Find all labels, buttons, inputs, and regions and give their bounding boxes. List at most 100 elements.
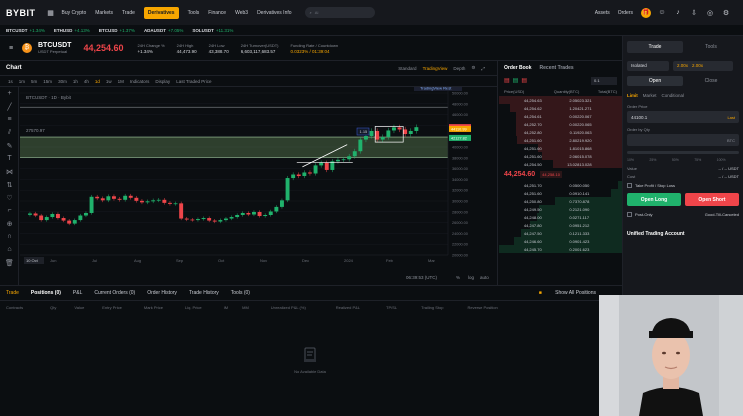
pct-25[interactable]: 25% bbox=[649, 158, 671, 162]
show-all-positions-toggle[interactable]: ■ Show All Positions bbox=[539, 290, 608, 296]
globe-icon[interactable]: ◎ bbox=[705, 8, 715, 18]
indicators-button[interactable]: Indicators bbox=[130, 79, 150, 84]
symbol-selector[interactable]: BTCUSDT USDT Perpetual bbox=[38, 42, 71, 54]
nav-finance[interactable]: Finance bbox=[208, 10, 226, 16]
ticker-item[interactable]: BTCUSDT +1.34% bbox=[6, 28, 45, 33]
qty-slider[interactable] bbox=[627, 151, 739, 154]
bid-row[interactable]: 44,251.70 0.050 0.050 bbox=[499, 181, 622, 189]
tab-positions[interactable]: Positions (0) bbox=[31, 290, 61, 296]
nav-trade[interactable]: Trade bbox=[122, 10, 135, 16]
pct-10[interactable]: 10% bbox=[627, 158, 649, 162]
user-icon[interactable]: ☺ bbox=[657, 8, 667, 18]
ticker-item[interactable]: ADAUSDT +7.05% bbox=[144, 28, 183, 33]
ask-row[interactable]: 44,251.60 2.802 19.920 bbox=[499, 136, 622, 144]
ask-row[interactable]: 44,251.60 2.060 15.078 bbox=[499, 152, 622, 160]
order-type-market[interactable]: Market bbox=[643, 93, 657, 98]
last-traded-price-select[interactable]: Last Traded Price bbox=[176, 79, 211, 84]
tab-order-history[interactable]: Order History bbox=[147, 290, 177, 296]
chart-settings-icon[interactable]: ⚙ bbox=[471, 65, 475, 71]
open-long-button[interactable]: Open Long bbox=[627, 193, 681, 206]
interval-4h[interactable]: 4h bbox=[84, 79, 89, 84]
grid-menu-icon[interactable]: ▦ bbox=[46, 8, 56, 18]
download-icon[interactable]: ⇩ bbox=[689, 8, 699, 18]
ob-view-both-icon[interactable]: ▤ bbox=[504, 77, 510, 84]
bid-row[interactable]: 44,250.80 0.737 0.878 bbox=[499, 197, 622, 205]
heart-icon[interactable]: ♡ bbox=[0, 191, 19, 204]
magnet-icon[interactable]: ∩ bbox=[0, 230, 19, 243]
open-short-button[interactable]: Open Short bbox=[685, 193, 739, 206]
tab-trade-history[interactable]: Trade History bbox=[189, 290, 219, 296]
bid-row[interactable]: 44,249.50 0.212 1.090 bbox=[499, 205, 622, 213]
tab-trade[interactable]: Trade bbox=[627, 41, 683, 53]
view-tradingview[interactable]: TradingView bbox=[423, 66, 448, 71]
ask-row[interactable]: 44,252.80 0.119 20.063 bbox=[499, 128, 622, 136]
lock-icon[interactable]: ⌂ bbox=[0, 243, 19, 256]
hline-icon[interactable]: ≡ bbox=[0, 113, 19, 126]
bid-row[interactable]: 44,246.60 0.090 1.423 bbox=[499, 237, 622, 245]
ticker-item[interactable]: ETHUSD +4.13% bbox=[54, 28, 90, 33]
bid-row[interactable]: 44,248.00 0.027 1.117 bbox=[499, 213, 622, 221]
bid-row[interactable]: 44,245.70 0.200 1.623 bbox=[499, 245, 622, 253]
price-chart[interactable]: 1.15 BTCUSDT · 1D · Bybit 27570.97 TradingV… bbox=[20, 87, 498, 285]
hamburger-icon[interactable]: ≡ bbox=[6, 43, 16, 53]
bid-row[interactable]: 44,251.60 0.091 0.141 bbox=[499, 189, 622, 197]
interval-1s[interactable]: 1s bbox=[8, 79, 13, 84]
display-button[interactable]: Display bbox=[155, 79, 170, 84]
measure-icon[interactable]: ⇅ bbox=[0, 178, 19, 191]
bid-row[interactable]: 44,247.80 0.095 1.212 bbox=[499, 221, 622, 229]
interval-1d[interactable]: 1d bbox=[95, 79, 100, 84]
time-in-force-select[interactable]: Good-Till-Canceled bbox=[705, 212, 739, 217]
interval-1h[interactable]: 1h bbox=[73, 79, 78, 84]
text-icon[interactable]: T bbox=[0, 152, 19, 165]
bybit-logo[interactable]: BYBIT bbox=[6, 8, 36, 18]
open-tab[interactable]: Open bbox=[627, 75, 683, 86]
gift-icon[interactable]: 🎁 bbox=[641, 7, 651, 18]
nav-markets[interactable]: Markets bbox=[95, 10, 113, 16]
pct-50[interactable]: 50% bbox=[672, 158, 694, 162]
tab-tools[interactable]: Tools bbox=[683, 41, 739, 53]
view-standard[interactable]: Standard bbox=[398, 66, 416, 71]
tab-tools-bottom[interactable]: Tools (0) bbox=[231, 290, 250, 296]
nav-web3[interactable]: Web3 bbox=[235, 10, 248, 16]
ask-row[interactable]: 44,254.50 13.028 13.028 bbox=[499, 160, 622, 168]
leverage-select[interactable]: 2.00x 2.00x bbox=[673, 60, 733, 71]
order-qty-input[interactable]: BTC bbox=[627, 134, 739, 146]
post-only-checkbox[interactable]: Post-Only Good-Till-Canceled bbox=[623, 209, 743, 219]
tab-trade-bottom[interactable]: Trade bbox=[6, 290, 19, 296]
tab-pnl[interactable]: P&L bbox=[73, 290, 82, 296]
order-price-input[interactable]: 44100.1 Last bbox=[627, 111, 739, 123]
nav-buy-crypto[interactable]: Buy Crypto bbox=[62, 10, 87, 16]
interval-5m[interactable]: 5m bbox=[31, 79, 37, 84]
order-type-limit[interactable]: Limit bbox=[627, 93, 638, 98]
ruler-icon[interactable]: ⌐ bbox=[0, 204, 19, 217]
bell-icon[interactable]: ♪ bbox=[673, 8, 683, 18]
ask-row[interactable]: 44,254.61 0.002 20.067 bbox=[499, 112, 622, 120]
crosshair-icon[interactable]: + bbox=[0, 87, 19, 100]
tpsl-checkbox[interactable]: Take Profit / Stop Loss bbox=[623, 180, 743, 190]
order-type-conditional[interactable]: Conditional bbox=[662, 93, 685, 98]
ask-row[interactable]: 44,252.70 0.002 20.065 bbox=[499, 120, 622, 128]
tab-current-orders[interactable]: Current Orders (0) bbox=[94, 290, 135, 296]
ticker-item[interactable]: SOLUSDT +11.31% bbox=[192, 28, 233, 33]
ob-view-bids-icon[interactable]: ▤ bbox=[513, 77, 519, 84]
margin-mode-select[interactable]: Isolated bbox=[627, 60, 669, 71]
nav-assets[interactable]: Assets bbox=[595, 10, 610, 16]
unified-trading-account[interactable]: Unified Trading Account bbox=[623, 229, 743, 239]
ask-row[interactable]: 44,254.62 1.204 21.271 bbox=[499, 104, 622, 112]
pct-75[interactable]: 75% bbox=[694, 158, 716, 162]
channel-icon[interactable]: ⫽ bbox=[0, 126, 19, 139]
interval-15m[interactable]: 15m bbox=[43, 79, 52, 84]
pattern-icon[interactable]: ⋈ bbox=[0, 165, 19, 178]
tab-recent-trades[interactable]: Recent Trades bbox=[540, 65, 574, 71]
view-depth[interactable]: Depth bbox=[453, 66, 465, 71]
nav-tools[interactable]: Tools bbox=[188, 10, 200, 16]
interval-1M[interactable]: 1M bbox=[118, 79, 124, 84]
interval-1w[interactable]: 1w bbox=[106, 79, 112, 84]
ticker-item[interactable]: BTCUSD +1.37% bbox=[99, 28, 135, 33]
ask-row[interactable]: 44,254.63 2.050 23.321 bbox=[499, 96, 622, 104]
fullscreen-icon[interactable]: ⤢ bbox=[481, 66, 485, 71]
zoom-icon[interactable]: ⊕ bbox=[0, 217, 19, 230]
nav-derivatives[interactable]: Derivatives bbox=[143, 6, 179, 19]
nav-orders[interactable]: Orders bbox=[618, 10, 633, 16]
precision-select[interactable]: 0.1 bbox=[591, 76, 617, 85]
